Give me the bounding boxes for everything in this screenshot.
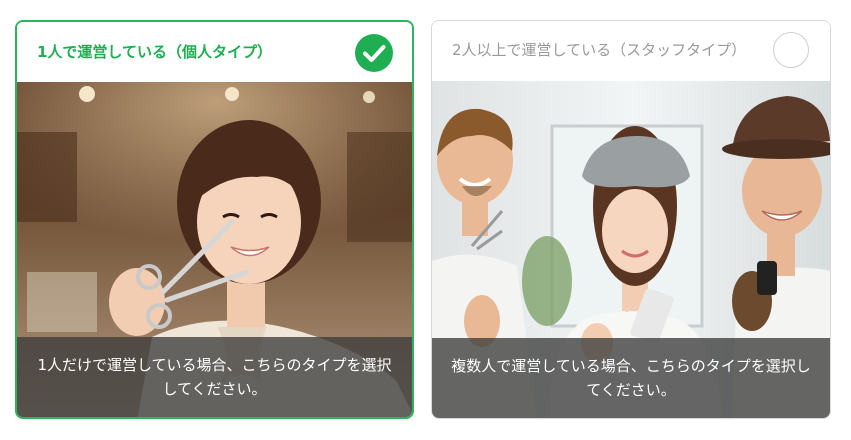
option-title-staff: 2人以上で運営している（スタッフタイプ）	[452, 41, 747, 59]
option-card-staff[interactable]: 2人以上で運営している（スタッフタイプ） 複数人で運営している場合、こちらのタイ…	[431, 20, 831, 419]
option-caption-staff: 複数人で運営している場合、こちらのタイプを選択してください。	[432, 338, 830, 418]
radio-empty-icon[interactable]	[773, 32, 809, 68]
option-card-header: 1人で運営している（個人タイプ）	[17, 22, 412, 82]
check-circle-icon[interactable]	[355, 34, 393, 72]
salon-type-selector: 1人で運営している（個人タイプ） 1人だけで運営している場合、こちらのタイプを選…	[0, 0, 851, 440]
option-caption-individual: 1人だけで運営している場合、こちらのタイプを選択してください。	[17, 337, 412, 417]
option-title-individual: 1人で運営している（個人タイプ）	[37, 43, 272, 61]
option-photo-individual: 1人だけで運営している場合、こちらのタイプを選択してください。	[17, 82, 412, 417]
option-photo-staff: 複数人で運営している場合、こちらのタイプを選択してください。	[432, 81, 830, 418]
option-card-individual[interactable]: 1人で運営している（個人タイプ） 1人だけで運営している場合、こちらのタイプを選…	[15, 20, 414, 419]
option-card-header: 2人以上で運営している（スタッフタイプ）	[432, 21, 830, 81]
